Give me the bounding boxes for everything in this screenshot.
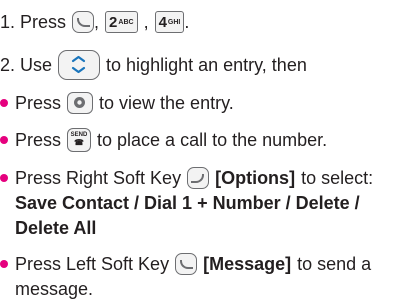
- options-list-line-3: Delete All: [15, 215, 96, 241]
- bullet-call-prefix: Press: [15, 129, 62, 150]
- step-1: 1. Press , 2 ABC , 4 GHI .: [0, 9, 189, 35]
- bullet-call: Press SEND ☎ to place a call to the numb…: [0, 127, 327, 153]
- bullet-message-suffix: to send a: [297, 253, 372, 274]
- bullet-call-suffix: to place a call to the number.: [97, 129, 328, 150]
- key-2-digit: 2: [109, 13, 118, 31]
- bullet-options: Press Right Soft Key [Options] to select…: [0, 165, 373, 191]
- bullet-options-suffix: to select:: [301, 167, 374, 188]
- key-2-letters: ABC: [118, 18, 134, 26]
- key-4-digit: 4: [158, 13, 167, 31]
- send-key-phone: ☎: [74, 138, 84, 147]
- bullet-icon: [0, 99, 8, 107]
- bullet-icon: [0, 174, 8, 182]
- navigation-key-icon: [58, 50, 101, 80]
- options-list-line-2: Save Contact / Dial 1 + Number / Delete …: [15, 190, 360, 216]
- key-4-letters: GHI: [167, 18, 181, 26]
- bullet-message: Press Left Soft Key [Message] to send a: [0, 251, 371, 277]
- bullet-view-prefix: Press: [15, 92, 62, 113]
- bullet-view: Press to view the entry.: [0, 90, 234, 116]
- message-line-2: message.: [15, 278, 94, 299]
- right-soft-key-icon: [187, 167, 210, 189]
- bullet-view-suffix: to view the entry.: [99, 92, 234, 113]
- bullet-icon: [0, 136, 8, 144]
- options-list-end: Delete All: [15, 217, 97, 238]
- step-2: 2. Use to highlight an entry, then: [0, 49, 307, 81]
- left-soft-key-icon: [175, 253, 198, 275]
- bullet-message-line-2: message.: [15, 276, 93, 302]
- comma: ,: [143, 11, 149, 32]
- comma: ,: [94, 11, 100, 32]
- step-2-suffix: to highlight an entry, then: [106, 54, 307, 75]
- bullet-message-prefix: Press Left Soft Key: [15, 253, 170, 274]
- ok-key-icon: [67, 92, 94, 114]
- step-1-prefix: 1. Press: [0, 11, 67, 32]
- key-2-abc-icon: 2 ABC: [105, 11, 138, 33]
- options-label: [Options]: [215, 167, 296, 188]
- left-soft-key-icon: [72, 11, 95, 33]
- key-4-ghi-icon: 4 GHI: [154, 11, 185, 33]
- message-label: [Message]: [203, 253, 292, 274]
- bullet-icon: [0, 260, 8, 268]
- bullet-options-prefix: Press Right Soft Key: [15, 167, 182, 188]
- options-list: Save Contact / Dial 1 + Number / Delete …: [15, 192, 360, 213]
- send-key-icon: SEND ☎: [67, 128, 92, 152]
- period: .: [184, 11, 190, 32]
- step-2-prefix: 2. Use: [0, 54, 53, 75]
